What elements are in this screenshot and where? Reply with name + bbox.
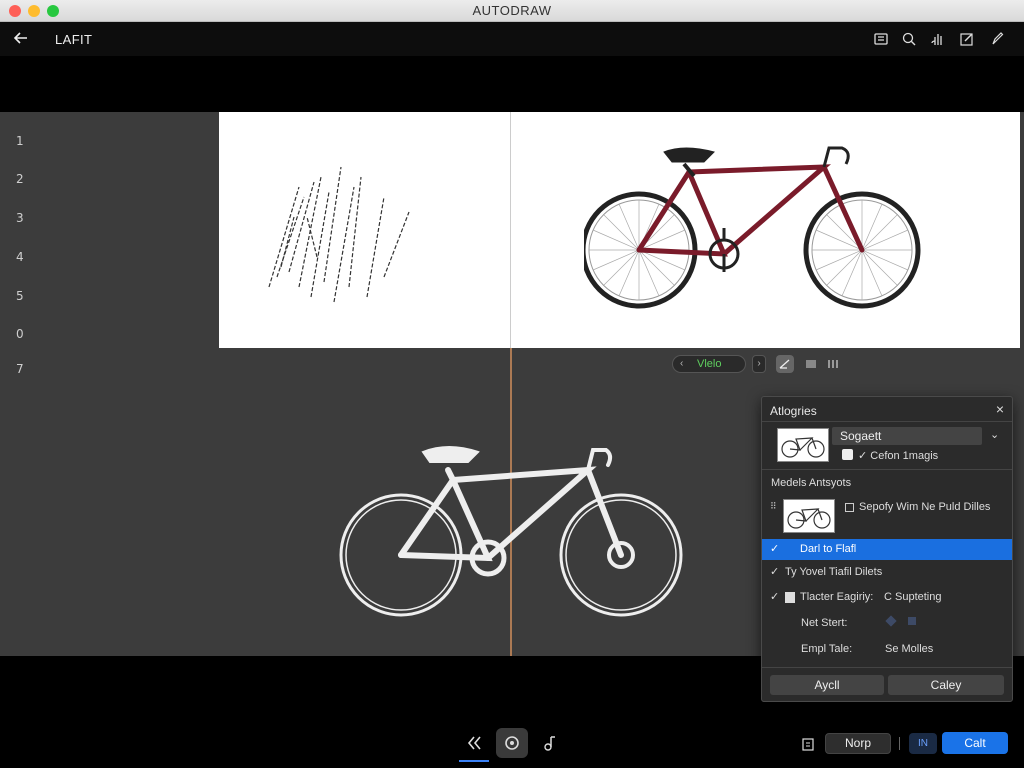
edit-pen-icon[interactable]	[959, 31, 975, 47]
small-toggle-button[interactable]: IN	[909, 733, 937, 754]
down-icon[interactable]	[908, 617, 916, 625]
line-number: 7	[16, 362, 24, 376]
chevron-left-icon[interactable]: ‹	[680, 358, 683, 369]
suggestion-thumbnail[interactable]	[777, 428, 829, 462]
record-icon[interactable]	[496, 728, 528, 758]
option-label: Darl to Flafl	[800, 543, 857, 555]
clipboard-icon[interactable]	[801, 737, 815, 751]
option-row[interactable]: ✓ Ty Yovel Tiafil Dilets	[762, 562, 1012, 583]
panel-title: Atlogries	[770, 404, 817, 418]
red-bicycle-image	[584, 146, 921, 309]
setting-label: Net Stert:	[801, 617, 848, 629]
chevron-right-icon[interactable]: ›	[752, 355, 766, 373]
section-label: Medels Antsyots	[771, 477, 852, 489]
divider	[762, 667, 1012, 668]
setting-label: Empl Tale:	[801, 643, 853, 655]
window-title: AUTODRAW	[472, 3, 552, 18]
option-label: Ty Yovel Tiafil Dilets	[785, 566, 883, 578]
line-number: 1	[16, 134, 24, 148]
check-icon: ✓	[770, 591, 780, 603]
up-icon[interactable]	[885, 615, 897, 627]
layers-icon[interactable]	[873, 31, 889, 47]
drawing-paper[interactable]	[219, 112, 1020, 348]
music-note-icon[interactable]	[534, 728, 566, 758]
rewind-icon[interactable]	[458, 728, 490, 758]
norp-button[interactable]: Norp	[825, 733, 891, 754]
window-titlebar: AUTODRAW	[0, 0, 1024, 22]
setting-value: Se Molles	[885, 643, 934, 655]
select-tool-icon[interactable]	[776, 355, 794, 373]
cancel-button[interactable]: Caley	[888, 675, 1004, 695]
view-label: Vlelo	[697, 358, 722, 370]
white-bicycle-silhouette	[339, 446, 683, 617]
top-ruler-strip	[0, 56, 1024, 112]
check-icon: ✓	[770, 543, 780, 555]
bars-icon[interactable]	[824, 355, 842, 373]
model-label: Sepofy Wim Ne Puld Dilles	[859, 501, 991, 513]
image-icon[interactable]	[802, 355, 820, 373]
check-icon: ✓	[770, 566, 780, 578]
view-selector[interactable]: ‹ Vlelo	[672, 355, 746, 373]
suggestion-select[interactable]: Sogaett	[832, 427, 982, 445]
option-row[interactable]: ✓ Tlacter Eagiriy: C Supteting	[762, 587, 1012, 608]
option-value: C Supteting	[884, 591, 942, 603]
active-indicator	[459, 760, 489, 762]
paper-divider	[510, 112, 511, 348]
option-checkbox[interactable]	[842, 449, 853, 460]
scribble-sketch	[268, 166, 410, 303]
model-icon	[845, 503, 854, 512]
app-toolbar: LAFIT	[0, 22, 1024, 56]
search-zoom-icon[interactable]	[901, 31, 917, 47]
divider	[762, 421, 1012, 422]
calt-button[interactable]: Calt	[942, 732, 1008, 754]
drag-handle-icon[interactable]: ⠿	[770, 501, 777, 512]
line-number: 0	[16, 327, 24, 341]
divider	[762, 469, 1012, 470]
hand-icon[interactable]	[930, 31, 946, 47]
option-label: Tlacter Eagiriy:	[800, 591, 874, 603]
chevron-down-icon[interactable]: ⌄	[990, 428, 999, 441]
line-number: 3	[16, 211, 24, 225]
close-icon[interactable]: ×	[996, 401, 1004, 417]
categories-panel: Atlogries × Sogaett ⌄ ✓ Cefon 1magis Med…	[761, 396, 1013, 702]
button-separator	[899, 737, 900, 750]
checkbox-icon[interactable]	[785, 592, 795, 603]
line-number: 2	[16, 172, 24, 186]
model-thumbnail[interactable]	[783, 499, 835, 533]
arrow-left-icon[interactable]	[12, 29, 30, 47]
line-number: 5	[16, 289, 24, 303]
document-title: LAFIT	[55, 32, 93, 47]
option-row-selected[interactable]: ✓ Darl to Flafl	[762, 539, 1012, 560]
checkbox-label: ✓ Cefon 1magis	[858, 450, 939, 462]
pencil-icon[interactable]	[989, 31, 1005, 47]
line-number: 4	[16, 250, 24, 264]
apply-button[interactable]: Aycll	[770, 675, 884, 695]
